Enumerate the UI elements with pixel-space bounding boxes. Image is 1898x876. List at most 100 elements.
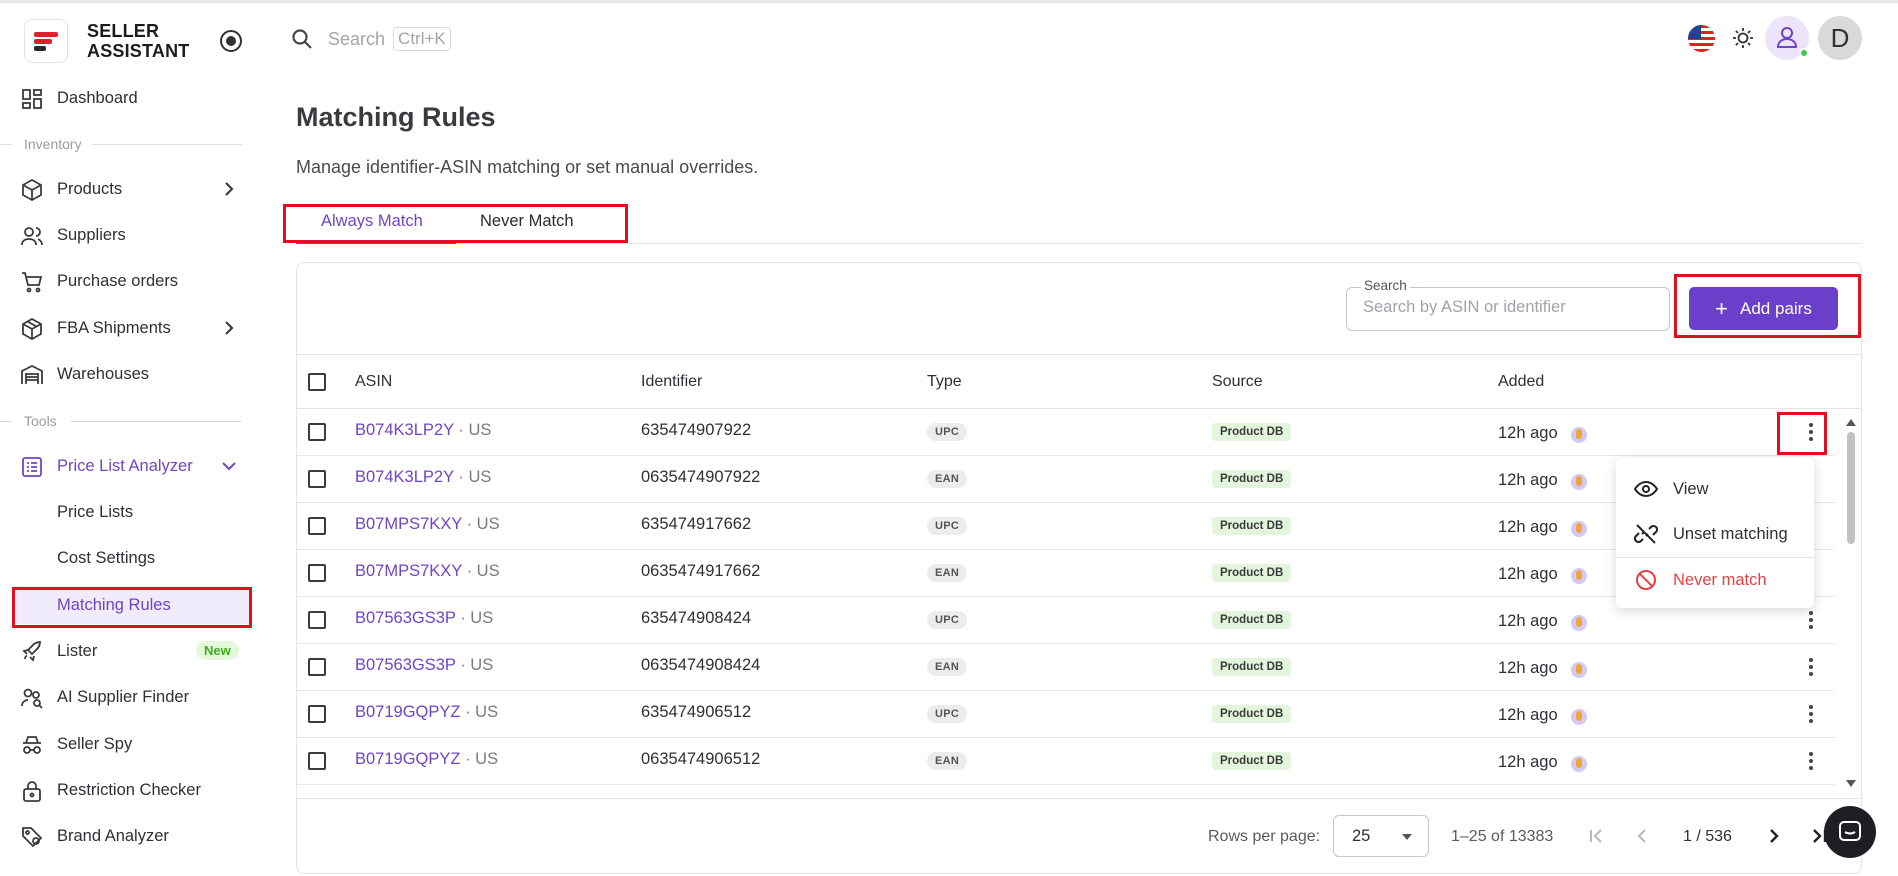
tab-never-match[interactable]: Never Match: [480, 212, 574, 231]
asin-link[interactable]: B074K3LP2Y: [355, 421, 454, 439]
scroll-down-arrow-icon[interactable]: [1846, 780, 1856, 788]
sidebar-item-purchase-orders[interactable]: Purchase orders: [0, 261, 260, 301]
sidebar-subitem-cost-settings[interactable]: Cost Settings: [0, 539, 260, 577]
sidebar-item-suppliers[interactable]: Suppliers: [0, 215, 260, 255]
added-time: 12h ago: [1498, 612, 1558, 630]
row-checkbox[interactable]: [308, 611, 326, 629]
table-row[interactable]: B07MPS7KXY · US 635474917662 UPC Product DB…: [297, 503, 1835, 550]
account-avatar[interactable]: D: [1818, 16, 1862, 60]
column-header-asin[interactable]: ASIN: [355, 373, 392, 391]
rocket-icon: [22, 641, 41, 662]
tab-always-match[interactable]: Always Match: [321, 212, 423, 231]
sidebar-item-dashboard[interactable]: Dashboard: [0, 78, 260, 118]
menu-item-label: View: [1673, 479, 1709, 498]
asin-link[interactable]: B0719GQPYZ: [355, 703, 460, 721]
scrollbar-thumb[interactable]: [1847, 432, 1855, 544]
table-header: ASIN Identifier Type Source Added: [297, 354, 1861, 409]
table-row[interactable]: B07563GS3P · US 635474908424 UPC Product DB…: [297, 597, 1835, 644]
online-status-dot: [1799, 48, 1809, 58]
rows-per-page-select[interactable]: 25: [1333, 815, 1429, 857]
menu-item-never-match[interactable]: Never match: [1616, 558, 1814, 602]
table-row[interactable]: B074K3LP2Y · US 635474907922 UPC Product DB…: [297, 409, 1835, 456]
row-checkbox[interactable]: [308, 423, 326, 441]
section-title-tools: Tools: [24, 413, 57, 429]
sidebar-subitem-price-lists[interactable]: Price Lists: [0, 493, 260, 531]
sidebar-item-lister[interactable]: Lister New: [0, 631, 260, 671]
source-chip: Product DB: [1212, 423, 1292, 441]
brand[interactable]: SELLER ASSISTANT: [24, 19, 189, 63]
asin-link[interactable]: B07563GS3P: [355, 656, 456, 674]
global-search[interactable]: Search Ctrl+K: [290, 24, 451, 54]
column-header-identifier[interactable]: Identifier: [641, 373, 702, 391]
scroll-up-arrow-icon[interactable]: [1846, 418, 1856, 426]
source-chip: Product DB: [1212, 564, 1292, 582]
table-row[interactable]: B07563GS3P · US 0635474908424 EAN Product D…: [297, 644, 1835, 691]
next-page-icon[interactable]: [1760, 822, 1788, 850]
sidebar-item-seller-spy[interactable]: Seller Spy: [0, 724, 260, 764]
previous-page-icon[interactable]: [1628, 822, 1656, 850]
row-actions-kebab[interactable]: [1801, 608, 1821, 632]
menu-item-unset-matching[interactable]: Unset matching: [1616, 512, 1814, 556]
sidebar-item-price-list-analyzer[interactable]: Price List Analyzer: [0, 446, 260, 486]
tag-search-icon: [22, 827, 43, 848]
rows-per-page-label: Rows per page:: [1208, 828, 1321, 845]
cart-icon: [22, 272, 43, 293]
added-by-avatar: [1571, 521, 1587, 537]
row-checkbox[interactable]: [308, 705, 326, 723]
table-row[interactable]: B074K3LP2Y · US 0635474907922 EAN Product D…: [297, 456, 1835, 503]
menu-item-view[interactable]: View: [1616, 467, 1814, 511]
added-time: 12h ago: [1498, 659, 1558, 677]
sidebar-item-products[interactable]: Products: [0, 169, 260, 209]
row-checkbox[interactable]: [308, 564, 326, 582]
first-page-icon[interactable]: [1582, 822, 1610, 850]
row-actions-kebab[interactable]: [1801, 420, 1821, 444]
source-chip: Product DB: [1212, 752, 1292, 770]
source-chip: Product DB: [1212, 658, 1292, 676]
column-header-added[interactable]: Added: [1498, 373, 1544, 391]
row-actions-kebab[interactable]: [1801, 749, 1821, 773]
marketplace: · US: [460, 703, 499, 721]
source-chip: Product DB: [1212, 611, 1292, 629]
table-row[interactable]: B0719GQPYZ · US 635474906512 UPC Product DB…: [297, 691, 1835, 738]
table-row[interactable]: B07MPS7KXY · US 0635474917662 EAN Product D…: [297, 550, 1835, 597]
add-pairs-button[interactable]: + Add pairs: [1689, 287, 1838, 330]
theme-sun-icon[interactable]: [1731, 26, 1755, 50]
plus-icon: +: [1715, 295, 1729, 321]
source-chip: Product DB: [1212, 470, 1292, 488]
row-actions-kebab[interactable]: [1801, 655, 1821, 679]
asin-link[interactable]: B07MPS7KXY: [355, 562, 462, 580]
unlink-icon: [1634, 524, 1658, 544]
row-checkbox[interactable]: [308, 470, 326, 488]
table-row[interactable]: B0719GQPYZ · US 0635474906512 EAN Product D…: [297, 738, 1835, 785]
marketplace: · US: [453, 468, 492, 486]
row-checkbox[interactable]: [308, 517, 326, 535]
row-actions-kebab[interactable]: [1801, 702, 1821, 726]
asin-link[interactable]: B0719GQPYZ: [355, 750, 460, 768]
rules-search[interactable]: Search: [1346, 278, 1670, 331]
asin-link[interactable]: B07563GS3P: [355, 609, 456, 627]
table-scrollbar[interactable]: [1844, 418, 1858, 792]
sidebar-item-warehouses[interactable]: Warehouses: [0, 354, 260, 394]
chat-support-button[interactable]: [1824, 806, 1876, 858]
sidebar-item-fba-shipments[interactable]: FBA Shipments: [0, 308, 260, 348]
sidebar-subitem-matching-rules[interactable]: Matching Rules: [12, 586, 252, 624]
column-header-type[interactable]: Type: [927, 373, 962, 391]
sidebar-item-label: FBA Shipments: [57, 318, 171, 337]
rules-search-input[interactable]: [1363, 298, 1653, 317]
column-header-source[interactable]: Source: [1212, 373, 1263, 391]
row-checkbox[interactable]: [308, 658, 326, 676]
row-checkbox[interactable]: [308, 752, 326, 770]
asin-link[interactable]: B07MPS7KXY: [355, 515, 462, 533]
sidebar-pin-toggle[interactable]: [220, 30, 242, 52]
sidebar-item-ai-supplier-finder[interactable]: AI Supplier Finder: [0, 677, 260, 717]
us-flag-icon[interactable]: [1688, 25, 1715, 52]
user-avatar[interactable]: [1765, 16, 1809, 60]
select-all-checkbox[interactable]: [308, 373, 326, 391]
marketplace: · US: [455, 656, 494, 674]
global-search-placeholder: Search: [328, 28, 386, 49]
sidebar-item-restriction-checker[interactable]: Restriction Checker: [0, 770, 260, 810]
asin-link[interactable]: B074K3LP2Y: [355, 468, 454, 486]
chevron-right-icon: [225, 182, 234, 196]
table-footer: [297, 798, 1861, 874]
sidebar-item-brand-analyzer[interactable]: Brand Analyzer: [0, 816, 260, 856]
